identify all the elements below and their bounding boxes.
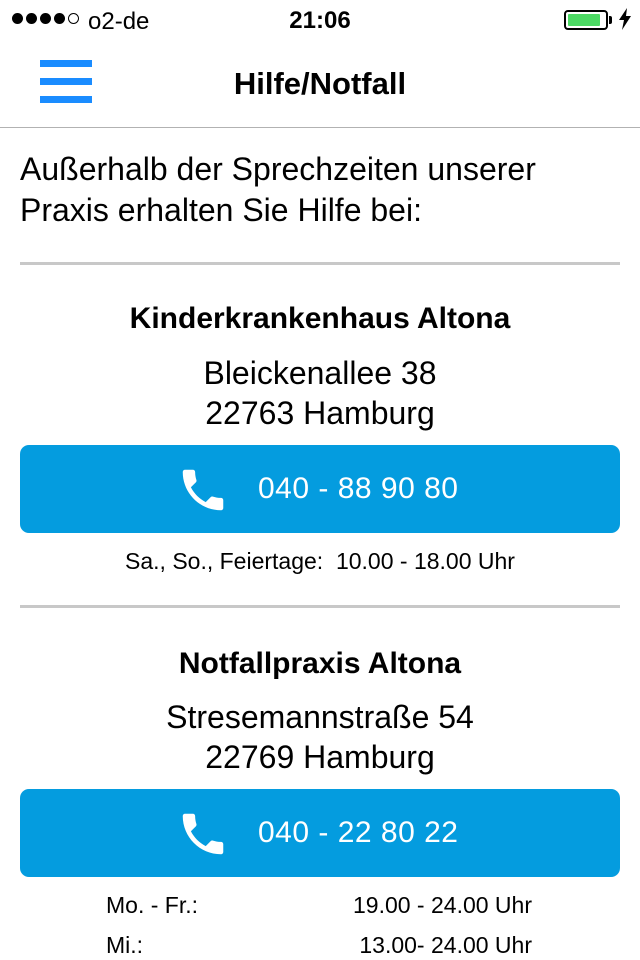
address-street: Bleickenallee 38 — [203, 355, 437, 391]
battery-tip — [609, 16, 612, 24]
hours-time: 13.00- 24.00 Uhr — [359, 932, 532, 958]
place-address: Stresemannstraße 54 22769 Hamburg — [0, 697, 640, 777]
status-bar: o2-de 21:06 — [0, 0, 640, 40]
address-city: 22769 Hamburg — [205, 739, 435, 775]
intro-line-2: Praxis erhalten Sie Hilfe bei: — [20, 192, 422, 228]
navigation-bar: Hilfe/Notfall — [0, 40, 640, 128]
hours-day: Mo. - Fr.: — [106, 892, 198, 918]
place-name-notfallpraxis: Notfallpraxis Altona — [178, 647, 462, 680]
bolt-icon — [619, 8, 631, 36]
page-title: Hilfe/Notfall — [233, 66, 407, 101]
battery-icon — [564, 10, 608, 30]
address-street: Stresemannstraße 54 — [166, 699, 474, 735]
phone-icon — [182, 469, 224, 511]
intro-line-1: Außerhalb der Sprechzeiten unserer — [20, 151, 536, 187]
phone-number: 040 - 22 80 22 — [258, 816, 459, 849]
phone-number: 040 - 88 90 80 — [258, 472, 459, 505]
place-address: Bleickenallee 38 22763 Hamburg — [0, 353, 640, 433]
screen: o2-de 21:06 Hilfe/Notfall Außerhalb der … — [0, 0, 640, 960]
status-time: 21:06 — [289, 7, 351, 34]
intro-text: Außerhalb der Sprechzeiten unserer Praxi… — [20, 149, 620, 231]
hours-time: 19.00 - 24.00 Uhr — [352, 892, 532, 918]
opening-hours: Sa., So., Feiertage: 10.00 - 18.00 Uhr — [125, 548, 515, 574]
address-city: 22763 Hamburg — [205, 395, 435, 431]
hours-day: Mi.: — [106, 932, 144, 958]
call-button-notfallpraxis[interactable]: 040 - 22 80 22 — [20, 789, 620, 877]
divider — [20, 605, 620, 608]
place-name-kinderkrankenhaus: Kinderkrankenhaus Altona — [129, 302, 511, 335]
battery-level-fill — [568, 14, 600, 26]
phone-icon — [182, 813, 224, 855]
divider — [20, 262, 620, 265]
call-button-kinderkrankenhaus[interactable]: 040 - 88 90 80 — [20, 445, 620, 533]
